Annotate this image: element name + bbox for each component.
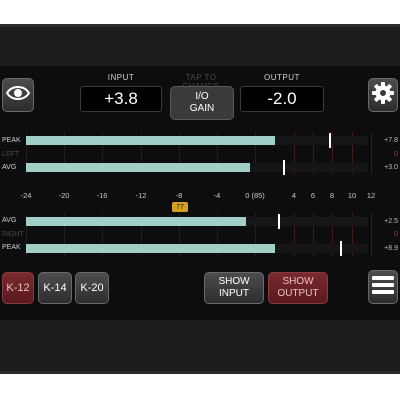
- show-input-line2: INPUT: [219, 288, 249, 299]
- k14-button[interactable]: K-14: [38, 272, 72, 304]
- scale-tick-label: 4: [291, 191, 297, 200]
- right-peak-hold: [340, 241, 342, 256]
- right-avg-label: AVG: [2, 217, 17, 224]
- scale-tick-label: 10: [347, 191, 357, 200]
- left-peak-fill: [26, 136, 275, 145]
- io-gain-line1: I/O: [195, 91, 209, 102]
- right-peak-fill: [26, 244, 275, 253]
- right-avg-readout: +2.5: [384, 218, 398, 225]
- left-channel-label: LEFT: [2, 151, 20, 158]
- left-avg-meter: [26, 160, 368, 175]
- show-output-line1: SHOW: [282, 276, 314, 287]
- left-avg-readout: +3.0: [384, 164, 398, 171]
- show-input-button[interactable]: SHOW INPUT: [204, 272, 264, 304]
- view-toggle-button[interactable]: [2, 78, 34, 112]
- io-gain-line2: GAIN: [189, 103, 215, 114]
- menu-icon: [372, 275, 394, 300]
- k12-button[interactable]: K-12: [2, 272, 34, 304]
- right-peak-meter: [26, 241, 368, 256]
- scale-tick-label: -12: [135, 191, 147, 200]
- scale-tick-label: 6: [310, 191, 316, 200]
- right-peak-label: PEAK: [2, 244, 21, 251]
- meter-screen: INPUT +3.8 TAP TO CHANGE I/O GAIN OUTPUT…: [0, 66, 400, 320]
- scale-tick-label: -8: [175, 191, 183, 200]
- left-avg-hold: [283, 160, 286, 175]
- settings-button[interactable]: [368, 78, 398, 112]
- right-avg-meter: [26, 214, 368, 229]
- left-peak-meter: [26, 133, 368, 148]
- chassis-top-panel: [0, 24, 400, 66]
- chassis-bottom-panel: [0, 320, 400, 374]
- io-gain-button[interactable]: I/O GAIN: [170, 86, 234, 120]
- right-avg-hold: [278, 214, 281, 229]
- left-clip-readout: 0: [394, 151, 398, 158]
- input-label: INPUT: [107, 73, 135, 82]
- output-gain-value[interactable]: -2.0: [240, 86, 324, 112]
- scale-tick-label: -24: [20, 191, 32, 200]
- left-peak-label: PEAK: [2, 137, 21, 144]
- right-avg-fill: [26, 217, 246, 226]
- reference-level-badge[interactable]: 77: [172, 202, 188, 212]
- left-avg-label: AVG: [2, 164, 17, 171]
- scale-tick-label: -4: [213, 191, 221, 200]
- show-output-button[interactable]: SHOW OUTPUT: [268, 272, 328, 304]
- left-avg-fill: [26, 163, 251, 172]
- scale-tick-label: 0 (85): [245, 191, 265, 200]
- eye-icon: [5, 85, 31, 106]
- scale-tick-label: 12: [366, 191, 376, 200]
- gear-icon: [372, 81, 394, 109]
- scale-tick-label: -16: [96, 191, 108, 200]
- right-channel-label: RIGHT: [2, 231, 24, 238]
- k20-button[interactable]: K-20: [75, 272, 109, 304]
- left-peak-hold: [329, 133, 332, 148]
- show-output-line2: OUTPUT: [277, 288, 319, 299]
- show-input-line1: SHOW: [218, 276, 250, 287]
- scale-tick-label: 8: [329, 191, 335, 200]
- right-peak-readout: +8.9: [384, 245, 398, 252]
- right-clip-readout: 0: [394, 231, 398, 238]
- scale-tick-label: -20: [58, 191, 70, 200]
- menu-button[interactable]: [368, 270, 398, 304]
- left-peak-readout: +7.8: [384, 137, 398, 144]
- output-label: OUTPUT: [264, 73, 300, 82]
- input-gain-value[interactable]: +3.8: [80, 86, 162, 112]
